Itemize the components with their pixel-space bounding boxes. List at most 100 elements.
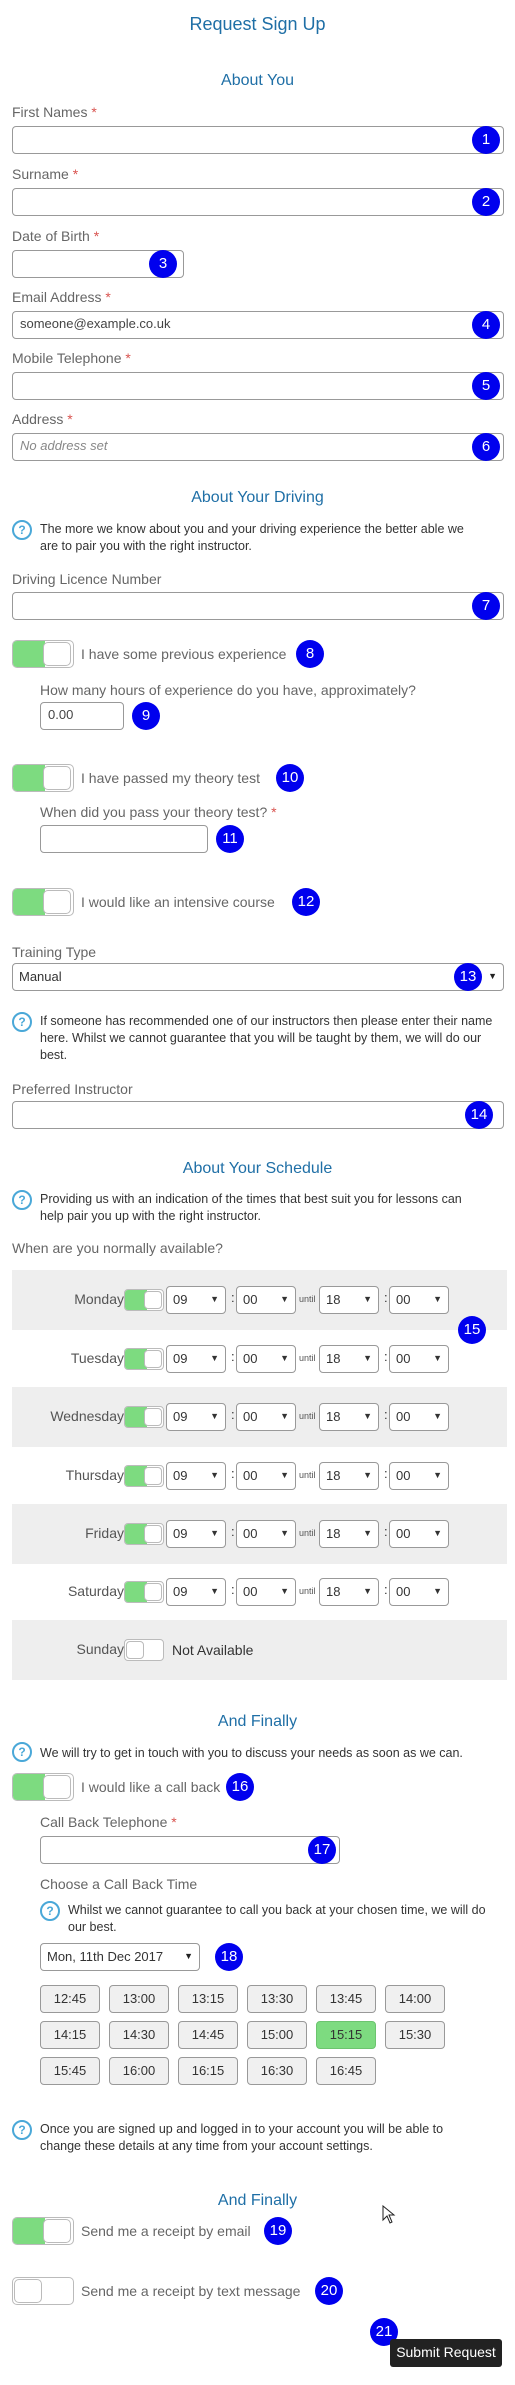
badge-7: 7	[472, 592, 500, 620]
from-minute-select[interactable]: 00 ▼	[236, 1403, 296, 1431]
dob-label: Date of Birth *	[12, 228, 100, 244]
section-about-you: About You	[221, 72, 294, 89]
receipt-email-toggle[interactable]	[12, 2217, 74, 2245]
time-slot-button[interactable]: 14:30	[109, 2021, 169, 2049]
callback-info-text: Whilst we cannot guarantee to call you b…	[68, 1903, 486, 1934]
time-slot-button[interactable]: 12:45	[40, 1985, 100, 2013]
contact-info-text: We will try to get in touch with you to …	[40, 1746, 463, 1760]
preferred-instructor-input[interactable]	[12, 1101, 504, 1129]
to-minute-select[interactable]: 00 ▼	[389, 1286, 449, 1314]
sunday-toggle[interactable]	[124, 1639, 164, 1661]
theory-date-input[interactable]	[40, 825, 208, 853]
theory-toggle-label: I have passed my theory test	[81, 770, 260, 786]
to-hour-select[interactable]: 18 ▼	[319, 1520, 379, 1548]
day-toggle[interactable]	[124, 1406, 164, 1428]
theory-toggle[interactable]	[12, 764, 74, 792]
from-minute-select[interactable]: 00 ▼	[236, 1345, 296, 1373]
colon: :	[384, 1407, 388, 1422]
receipt-text-toggle[interactable]	[12, 2277, 74, 2305]
recommend-info-text: If someone has recommended one of our in…	[40, 1014, 493, 1062]
time-slot-button[interactable]: 13:15	[178, 1985, 238, 2013]
time-slot-button[interactable]: 13:45	[316, 1985, 376, 2013]
to-hour-select[interactable]: 18 ▼	[319, 1345, 379, 1373]
submit-request-button[interactable]: Submit Request	[390, 2339, 502, 2367]
from-hour-select[interactable]: 09 ▼	[166, 1520, 226, 1548]
badge-15: 15	[458, 1316, 486, 1344]
to-hour-select[interactable]: 18 ▼	[319, 1286, 379, 1314]
time-slot-button[interactable]: 14:45	[178, 2021, 238, 2049]
badge-12: 12	[292, 888, 320, 916]
time-slot-button[interactable]: 16:00	[109, 2057, 169, 2085]
day-name: Tuesday	[70, 1350, 124, 1366]
time-slot-button[interactable]: 16:30	[247, 2057, 307, 2085]
callback-date-select[interactable]: Mon, 11th Dec 2017 ▼	[40, 1943, 200, 1971]
experience-toggle[interactable]	[12, 640, 74, 668]
to-hour-select[interactable]: 18 ▼	[319, 1578, 379, 1606]
first-names-input[interactable]	[12, 126, 504, 154]
schedule-row-tuesday: Tuesday 09 ▼:00 ▼ until 18 ▼:00 ▼	[12, 1329, 507, 1389]
time-slot-button[interactable]: 15:45	[40, 2057, 100, 2085]
time-slot-button[interactable]: 16:15	[178, 2057, 238, 2085]
time-slot-button[interactable]: 13:00	[109, 1985, 169, 2013]
time-slot-button[interactable]: 15:15	[316, 2021, 376, 2049]
licence-input[interactable]	[12, 592, 504, 620]
schedule-row-thursday: Thursday 09 ▼:00 ▼ until 18 ▼:00 ▼	[12, 1446, 507, 1506]
until-label: until	[299, 1353, 316, 1363]
time-slot-button[interactable]: 13:30	[247, 1985, 307, 2013]
signup-form: Request Sign Up About You First Names * …	[0, 0, 515, 2385]
to-minute-select[interactable]: 00 ▼	[389, 1462, 449, 1490]
day-toggle[interactable]	[124, 1348, 164, 1370]
training-type-select[interactable]: Manual ▼	[12, 963, 504, 991]
to-minute-select[interactable]: 00 ▼	[389, 1345, 449, 1373]
info-icon: ?	[12, 1012, 32, 1032]
badge-18: 18	[215, 1943, 243, 1971]
from-minute-select[interactable]: 00 ▼	[236, 1578, 296, 1606]
surname-input[interactable]	[12, 188, 504, 216]
until-label: until	[299, 1470, 316, 1480]
from-minute-select[interactable]: 00 ▼	[236, 1462, 296, 1490]
training-type-label: Training Type	[12, 944, 97, 960]
time-slot-button[interactable]: 15:00	[247, 2021, 307, 2049]
from-hour-select[interactable]: 09 ▼	[166, 1345, 226, 1373]
to-minute-select[interactable]: 00 ▼	[389, 1520, 449, 1548]
info-icon: ?	[12, 1742, 32, 1762]
to-minute-select[interactable]: 00 ▼	[389, 1578, 449, 1606]
until-label: until	[299, 1411, 316, 1421]
badge-5: 5	[472, 372, 500, 400]
email-input[interactable]: someone@example.co.uk	[12, 311, 504, 339]
day-name: Saturday	[67, 1583, 124, 1599]
mobile-input[interactable]	[12, 372, 504, 400]
from-hour-select[interactable]: 09 ▼	[166, 1403, 226, 1431]
colon: :	[231, 1466, 235, 1481]
callback-phone-input[interactable]	[40, 1836, 340, 1864]
day-toggle[interactable]	[124, 1581, 164, 1603]
time-slot-button[interactable]: 14:00	[385, 1985, 445, 2013]
address-input[interactable]: No address set	[12, 433, 504, 461]
day-toggle[interactable]	[124, 1465, 164, 1487]
intensive-toggle[interactable]	[12, 888, 74, 916]
to-minute-select[interactable]: 00 ▼	[389, 1403, 449, 1431]
badge-6: 6	[472, 433, 500, 461]
callback-toggle-label: I would like a call back	[81, 1779, 221, 1795]
colon: :	[384, 1524, 388, 1539]
schedule-row-monday: Monday 09 ▼:00 ▼ until 18 ▼:00 ▼	[12, 1270, 507, 1330]
day-toggle[interactable]	[124, 1289, 164, 1311]
hours-input[interactable]: 0.00	[40, 702, 124, 730]
schedule-row-sunday: Sunday Not Available	[12, 1620, 507, 1680]
to-hour-select[interactable]: 18 ▼	[319, 1403, 379, 1431]
from-hour-select[interactable]: 09 ▼	[166, 1286, 226, 1314]
from-hour-select[interactable]: 09 ▼	[166, 1462, 226, 1490]
callback-toggle[interactable]	[12, 1773, 74, 1801]
time-slot-button[interactable]: 14:15	[40, 2021, 100, 2049]
from-hour-select[interactable]: 09 ▼	[166, 1578, 226, 1606]
to-hour-select[interactable]: 18 ▼	[319, 1462, 379, 1490]
time-slot-button[interactable]: 15:30	[385, 2021, 445, 2049]
receipt-email-label: Send me a receipt by email	[81, 2223, 251, 2239]
section-and-finally: And Finally	[217, 1713, 298, 1730]
day-name: Friday	[85, 1525, 124, 1541]
from-minute-select[interactable]: 00 ▼	[236, 1520, 296, 1548]
schedule-row-wednesday: Wednesday 09 ▼:00 ▼ until 18 ▼:00 ▼	[12, 1387, 507, 1447]
from-minute-select[interactable]: 00 ▼	[236, 1286, 296, 1314]
day-toggle[interactable]	[124, 1523, 164, 1545]
time-slot-button[interactable]: 16:45	[316, 2057, 376, 2085]
